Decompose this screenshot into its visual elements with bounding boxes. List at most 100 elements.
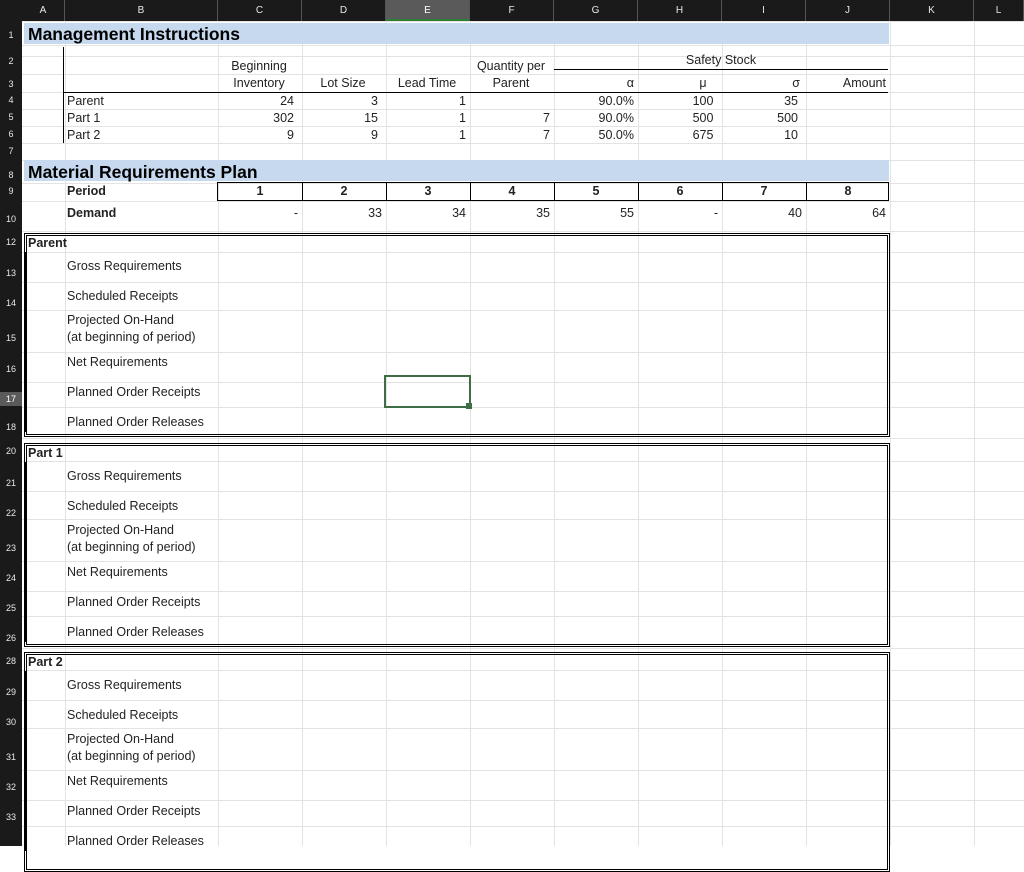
row-header-14[interactable]: 14: [0, 296, 22, 310]
column-header-f[interactable]: F: [470, 0, 554, 21]
row-label-releases: Planned Order Releases: [67, 415, 204, 429]
row-header-32[interactable]: 32: [0, 780, 22, 794]
grid-hline: [22, 648, 1024, 649]
row-header-6[interactable]: 6: [0, 127, 22, 141]
row-header-22[interactable]: 22: [0, 506, 22, 520]
header-underline: [64, 92, 888, 93]
column-header-k[interactable]: K: [890, 0, 974, 21]
row-label-receipts: Planned Order Receipts: [67, 804, 201, 818]
row-header-15[interactable]: 15: [0, 331, 22, 345]
item-name: Parent: [67, 94, 104, 108]
period-5: 5: [592, 184, 600, 198]
row-header-17[interactable]: 17: [0, 392, 22, 406]
column-header-l[interactable]: L: [974, 0, 1024, 21]
block-title: Parent: [28, 236, 67, 250]
row-header-33[interactable]: 33: [0, 810, 22, 824]
row-header-12[interactable]: 12: [0, 235, 22, 249]
row-header-10[interactable]: 10: [0, 212, 22, 226]
period-4: 4: [508, 184, 516, 198]
column-header-a[interactable]: A: [22, 0, 65, 21]
grid-hline: [22, 126, 1024, 127]
demand-label: Demand: [67, 206, 117, 220]
row-header-21[interactable]: 21: [0, 476, 22, 490]
row-header-30[interactable]: 30: [0, 715, 22, 729]
management-instructions-title: Management Instructions: [28, 24, 240, 44]
select-all-corner[interactable]: [0, 0, 22, 21]
item-beginning-inventory: 24: [280, 94, 294, 108]
column-header-e[interactable]: E: [386, 0, 470, 21]
header-sigma: σ: [792, 76, 800, 90]
column-header-b[interactable]: B: [65, 0, 218, 21]
row-header-20[interactable]: 20: [0, 444, 22, 458]
block-inner-border: [25, 671, 26, 851]
row-label-projected-sub: (at beginning of period): [67, 540, 196, 554]
item-sigma: 500: [777, 111, 798, 125]
period-divider: [302, 182, 303, 201]
item-alpha: 90.0%: [598, 111, 634, 125]
block-inner-border: [25, 462, 26, 642]
column-header-d[interactable]: D: [302, 0, 386, 21]
row-header-26[interactable]: 26: [0, 631, 22, 645]
item-lead-time: 1: [459, 128, 466, 142]
column-header-h[interactable]: H: [638, 0, 722, 21]
item-sigma: 10: [784, 128, 798, 142]
row-label-net: Net Requirements: [67, 774, 168, 788]
grid-hline: [22, 201, 1024, 202]
row-label-gross: Gross Requirements: [67, 259, 182, 273]
grid-hline: [22, 438, 1024, 439]
row-label-releases: Planned Order Releases: [67, 625, 204, 639]
row-header-31[interactable]: 31: [0, 750, 22, 764]
period-divider: [806, 182, 807, 201]
row-header-1[interactable]: 1: [0, 28, 22, 42]
demand-period-5: 55: [620, 206, 634, 220]
item-qty-per-parent: 7: [543, 128, 550, 142]
grid-hline: [22, 231, 1024, 232]
row-header-24[interactable]: 24: [0, 571, 22, 585]
block-title: Part 1: [28, 446, 63, 460]
column-header-j[interactable]: J: [806, 0, 890, 21]
demand-period-2: 33: [368, 206, 382, 220]
row-header-9[interactable]: 9: [0, 184, 22, 198]
header-safety-stock: Safety Stock: [685, 53, 757, 67]
row-header-25[interactable]: 25: [0, 601, 22, 615]
row-label-projected: Projected On-Hand: [67, 313, 175, 327]
block-title: Part 2: [28, 655, 63, 669]
row-label-projected-sub: (at beginning of period): [67, 330, 196, 344]
row-header-2[interactable]: 2: [0, 54, 22, 68]
demand-period-7: 40: [788, 206, 802, 220]
period-divider: [386, 182, 387, 201]
item-lot-size: 9: [371, 128, 378, 142]
grid-hline: [22, 21, 1024, 22]
row-header-29[interactable]: 29: [0, 685, 22, 699]
row-header-7[interactable]: 7: [0, 144, 22, 158]
row-label-net: Net Requirements: [67, 355, 168, 369]
column-header-i[interactable]: I: [722, 0, 806, 21]
header-amount: Amount: [842, 76, 886, 90]
row-header-5[interactable]: 5: [0, 110, 22, 124]
row-label-gross: Gross Requirements: [67, 469, 182, 483]
demand-period-1: -: [293, 206, 298, 220]
row-header-28[interactable]: 28: [0, 654, 22, 668]
row-header-4[interactable]: 4: [0, 93, 22, 107]
column-header-c[interactable]: C: [218, 0, 302, 21]
demand-period-4: 35: [536, 206, 550, 220]
period-8: 8: [844, 184, 852, 198]
header-beginning-1: Beginning: [231, 59, 287, 73]
row-header-3[interactable]: 3: [0, 77, 22, 91]
item-lot-size: 15: [364, 111, 378, 125]
item-name: Part 2: [67, 128, 101, 142]
period-6: 6: [676, 184, 684, 198]
item-lead-time: 1: [459, 111, 466, 125]
item-beginning-inventory: 9: [287, 128, 294, 142]
row-header-18[interactable]: 18: [0, 420, 22, 434]
row-header-23[interactable]: 23: [0, 541, 22, 555]
row-header-13[interactable]: 13: [0, 266, 22, 280]
row-label-gross: Gross Requirements: [67, 678, 182, 692]
column-header-g[interactable]: G: [554, 0, 638, 21]
row-header-16[interactable]: 16: [0, 362, 22, 376]
selected-cell[interactable]: [384, 375, 471, 408]
fill-handle[interactable]: [466, 403, 472, 409]
demand-period-6: -: [713, 206, 718, 220]
row-header-8[interactable]: 8: [0, 168, 22, 182]
item-sigma: 35: [784, 94, 798, 108]
